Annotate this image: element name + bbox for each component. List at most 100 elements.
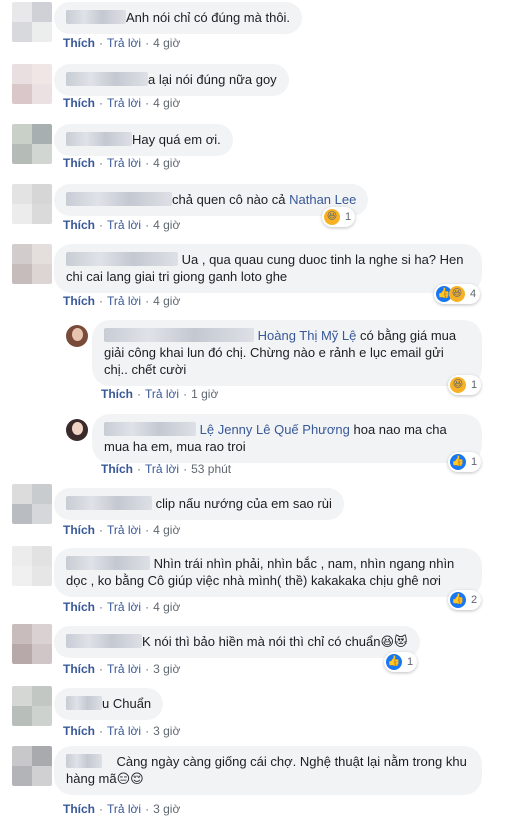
reaction-count: 1 bbox=[407, 656, 414, 668]
mention-link[interactable]: Nathan Lee bbox=[289, 192, 356, 207]
like-link[interactable]: Thích bbox=[63, 523, 95, 537]
reply-link[interactable]: Trả lời bbox=[107, 156, 141, 170]
comment-text: Anh nói chỉ có đúng mà thôi. bbox=[126, 10, 291, 25]
timestamp[interactable]: 3 giờ bbox=[153, 724, 180, 738]
reaction-count: 4 bbox=[470, 288, 477, 300]
reply-link[interactable]: Trả lời bbox=[107, 600, 141, 614]
comment-actions: Thích · Trả lời · 3 giờ bbox=[63, 662, 181, 676]
mention-link[interactable]: Hoàng Thị Mỹ Lệ bbox=[258, 328, 357, 343]
mention-link[interactable]: Jenny Lê Quế Phương bbox=[218, 422, 350, 437]
reply-link[interactable]: Trả lời bbox=[107, 662, 141, 676]
timestamp[interactable]: 4 giờ bbox=[153, 600, 180, 614]
reaction-summary[interactable]: 👍 2 bbox=[448, 590, 482, 610]
author-name-blurred[interactable] bbox=[104, 328, 254, 342]
haha-icon: 😆 bbox=[449, 286, 465, 302]
emoji-faces: 😑😌 bbox=[116, 771, 144, 786]
like-icon: 👍 bbox=[386, 654, 402, 670]
reaction-summary[interactable]: 😆 1 bbox=[322, 207, 356, 227]
comment-text: u Chuẩn bbox=[102, 696, 152, 711]
avatar[interactable] bbox=[66, 419, 88, 441]
like-link[interactable]: Thích bbox=[63, 294, 95, 308]
like-link[interactable]: Thích bbox=[63, 218, 95, 232]
avatar[interactable] bbox=[12, 686, 52, 726]
timestamp[interactable]: 4 giờ bbox=[153, 218, 180, 232]
author-name-blurred[interactable] bbox=[66, 72, 148, 86]
avatar[interactable] bbox=[12, 184, 52, 224]
author-name-blurred[interactable] bbox=[66, 496, 152, 510]
reaction-summary[interactable]: 😆 1 bbox=[448, 375, 482, 395]
like-link[interactable]: Thích bbox=[63, 36, 95, 50]
avatar[interactable] bbox=[66, 325, 88, 347]
comment-actions: Thích · Trả lời · 4 giờ bbox=[63, 600, 181, 614]
reply-link[interactable]: Trả lời bbox=[107, 96, 141, 110]
avatar[interactable] bbox=[12, 624, 52, 664]
comment-text: chả quen cô nào cả bbox=[172, 192, 286, 207]
reply-link[interactable]: Trả lời bbox=[107, 36, 141, 50]
like-icon: 👍 bbox=[450, 454, 466, 470]
author-name-blurred[interactable] bbox=[66, 754, 102, 768]
like-link[interactable]: Thích bbox=[101, 462, 133, 476]
avatar[interactable] bbox=[12, 2, 52, 42]
author-name-blurred[interactable] bbox=[66, 556, 150, 570]
author-name-blurred[interactable] bbox=[66, 192, 172, 206]
reply-link[interactable]: Trả lời bbox=[107, 218, 141, 232]
like-link[interactable]: Thích bbox=[63, 662, 95, 676]
avatar[interactable] bbox=[12, 244, 52, 284]
like-link[interactable]: Thích bbox=[101, 387, 133, 401]
emoji-laugh-cat: 😆😻 bbox=[380, 634, 408, 649]
avatar[interactable] bbox=[12, 746, 52, 786]
reaction-count: 1 bbox=[345, 211, 352, 223]
author-name[interactable]: Lệ bbox=[200, 422, 214, 437]
comment-actions: Thích · Trả lời · 3 giờ bbox=[63, 724, 181, 738]
reaction-count: 1 bbox=[471, 456, 478, 468]
timestamp[interactable]: 53 phút bbox=[191, 462, 231, 476]
timestamp[interactable]: 3 giờ bbox=[153, 662, 180, 676]
comment-bubble: u Chuẩn bbox=[54, 688, 164, 720]
comment-bubble: chả quen cô nào cả Nathan Lee bbox=[54, 184, 369, 216]
author-name-blurred[interactable] bbox=[66, 696, 102, 710]
comment-actions: Thích · Trả lời · 3 giờ bbox=[63, 802, 181, 816]
timestamp[interactable]: 3 giờ bbox=[153, 802, 180, 816]
reply-bubble: Hoàng Thị Mỹ Lệ có bằng giá mua giải côn… bbox=[92, 320, 482, 386]
timestamp[interactable]: 4 giờ bbox=[153, 96, 180, 110]
like-link[interactable]: Thích bbox=[63, 724, 95, 738]
reply-link[interactable]: Trả lời bbox=[145, 387, 179, 401]
author-name-blurred[interactable] bbox=[104, 422, 196, 436]
like-icon: 👍 bbox=[450, 592, 466, 608]
reply-link[interactable]: Trả lời bbox=[107, 724, 141, 738]
reply-link[interactable]: Trả lời bbox=[107, 802, 141, 816]
avatar[interactable] bbox=[12, 124, 52, 164]
author-name-blurred[interactable] bbox=[66, 252, 178, 266]
like-link[interactable]: Thích bbox=[63, 600, 95, 614]
comment-text: K nói thì bảo hiền mà nói thì chỉ có chu… bbox=[142, 634, 381, 649]
timestamp[interactable]: 1 giờ bbox=[191, 387, 218, 401]
author-name-blurred[interactable] bbox=[66, 132, 132, 146]
reply-link[interactable]: Trả lời bbox=[107, 294, 141, 308]
avatar[interactable] bbox=[12, 546, 52, 586]
author-name-blurred[interactable] bbox=[66, 10, 126, 24]
like-link[interactable]: Thích bbox=[63, 802, 95, 816]
author-name-blurred[interactable] bbox=[66, 634, 142, 648]
reply-link[interactable]: Trả lời bbox=[107, 523, 141, 537]
comment-bubble: Càng ngày càng giống cái chợ. Nghệ thuật… bbox=[54, 746, 482, 795]
haha-icon: 😆 bbox=[450, 377, 466, 393]
reply-actions: Thích · Trả lời · 1 giờ bbox=[101, 387, 219, 401]
reaction-count: 1 bbox=[471, 379, 478, 391]
comment-bubble: Anh nói chỉ có đúng mà thôi. bbox=[54, 2, 303, 34]
reply-actions: Thích · Trả lời · 53 phút bbox=[101, 462, 232, 476]
reply-link[interactable]: Trả lời bbox=[145, 462, 179, 476]
like-link[interactable]: Thích bbox=[63, 96, 95, 110]
timestamp[interactable]: 4 giờ bbox=[153, 294, 180, 308]
timestamp[interactable]: 4 giờ bbox=[153, 156, 180, 170]
reaction-summary[interactable]: 👍 😆 4 bbox=[434, 284, 481, 304]
comment-actions: Thích · Trả lời · 4 giờ bbox=[63, 294, 181, 308]
avatar[interactable] bbox=[12, 64, 52, 104]
avatar[interactable] bbox=[12, 484, 52, 524]
like-link[interactable]: Thích bbox=[63, 156, 95, 170]
comment-bubble: K nói thì bảo hiền mà nói thì chỉ có chu… bbox=[54, 626, 420, 658]
reaction-summary[interactable]: 👍 1 bbox=[384, 652, 418, 672]
reaction-summary[interactable]: 👍 1 bbox=[448, 452, 482, 472]
timestamp[interactable]: 4 giờ bbox=[153, 523, 180, 537]
timestamp[interactable]: 4 giờ bbox=[153, 36, 180, 50]
comment-bubble: clip nấu nướng của em sao rùi bbox=[54, 488, 344, 520]
